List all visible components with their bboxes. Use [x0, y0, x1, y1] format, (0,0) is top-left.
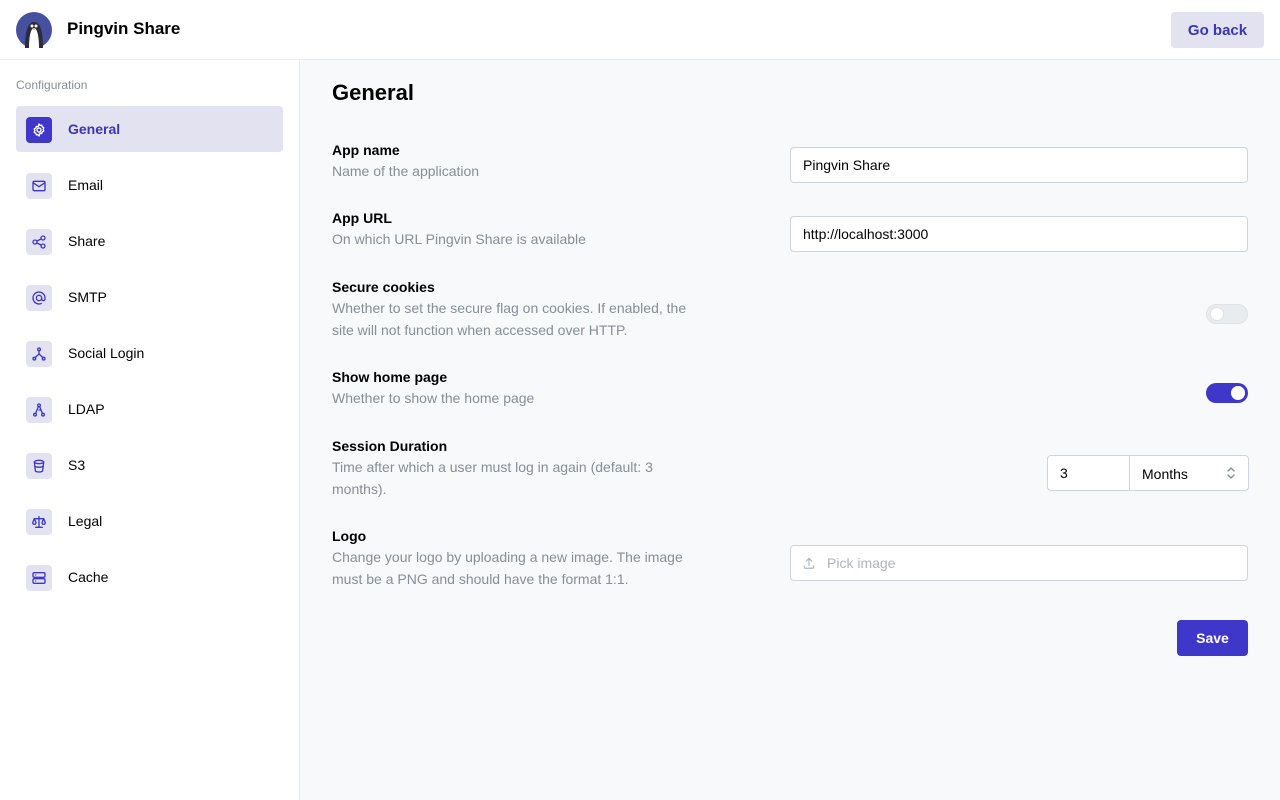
sidebar-item-legal[interactable]: Legal — [16, 498, 283, 544]
setting-description: Whether to show the home page — [332, 390, 535, 406]
setting-title: Session Duration — [332, 438, 448, 454]
sidebar-item-label: General — [68, 121, 121, 137]
setting-app-url: App URL On which URL Pingvin Share is av… — [332, 208, 712, 250]
setting-logo: Logo Change your logo by uploading a new… — [332, 526, 702, 590]
setting-title: Secure cookies — [332, 279, 435, 295]
sidebar-item-label: Share — [68, 233, 106, 249]
sidebar-item-label: Social Login — [68, 345, 145, 361]
sidebar-item-label: Legal — [68, 513, 103, 529]
file-input-placeholder: Pick image — [827, 555, 896, 571]
at-icon — [26, 285, 52, 311]
toggle-knob — [1231, 386, 1245, 400]
social-icon — [26, 341, 52, 367]
secure-cookies-toggle[interactable] — [1206, 304, 1248, 324]
session-duration-input[interactable] — [1047, 455, 1130, 491]
sidebar-item-label: Cache — [68, 569, 109, 585]
sidebar-item-label: LDAP — [68, 401, 105, 417]
logo-file-input[interactable]: Pick image — [790, 545, 1248, 581]
chevron-updown-icon — [1226, 466, 1236, 483]
sidebar-item-share[interactable]: Share — [16, 218, 283, 264]
sidebar-item-s3[interactable]: S3 — [16, 442, 283, 488]
ldap-icon — [26, 397, 52, 423]
setting-title: App URL — [332, 210, 392, 226]
setting-secure-cookies: Secure cookies Whether to set the secure… — [332, 277, 697, 341]
show-home-page-toggle[interactable] — [1206, 383, 1248, 403]
penguin-logo-icon[interactable] — [16, 12, 52, 48]
main-content: General App name Name of the application… — [300, 60, 1280, 800]
page-title: General — [332, 80, 414, 105]
setting-show-home-page: Show home page Whether to show the home … — [332, 367, 712, 409]
sidebar-item-label: Email — [68, 177, 104, 193]
sidebar-item-smtp[interactable]: SMTP — [16, 274, 283, 320]
setting-app-name: App name Name of the application — [332, 140, 712, 182]
setting-description: Whether to set the secure flag on cookie… — [332, 300, 687, 338]
setting-title: App name — [332, 142, 400, 158]
mail-icon — [26, 173, 52, 199]
setting-description: Name of the application — [332, 163, 480, 179]
sidebar-item-ldap[interactable]: LDAP — [16, 386, 283, 432]
setting-description: On which URL Pingvin Share is available — [332, 231, 586, 247]
app-title: Pingvin Share — [67, 19, 181, 38]
share-icon — [26, 229, 52, 255]
app-name-input[interactable] — [790, 147, 1248, 183]
sidebar: Configuration General Email Share SMTP S… — [0, 60, 300, 800]
sidebar-item-email[interactable]: Email — [16, 162, 283, 208]
setting-title: Logo — [332, 528, 367, 544]
app-url-input[interactable] — [790, 216, 1248, 252]
sidebar-item-general[interactable]: General — [16, 106, 283, 152]
app-header: Pingvin Share Go back — [0, 0, 1280, 60]
save-button[interactable]: Save — [1177, 620, 1248, 656]
sidebar-heading: Configuration — [16, 78, 88, 92]
setting-session-duration: Session Duration Time after which a user… — [332, 436, 687, 500]
sidebar-item-social-login[interactable]: Social Login — [16, 330, 283, 376]
scale-icon — [26, 509, 52, 535]
upload-icon — [802, 556, 816, 575]
sidebar-item-label: SMTP — [68, 289, 107, 305]
go-back-button[interactable]: Go back — [1171, 12, 1264, 48]
setting-description: Time after which a user must log in agai… — [332, 459, 653, 497]
sidebar-item-label: S3 — [68, 457, 86, 473]
setting-title: Show home page — [332, 369, 448, 385]
selected-unit: Months — [1142, 466, 1188, 482]
gear-icon — [26, 117, 52, 143]
session-unit-select[interactable]: Months — [1129, 455, 1249, 491]
setting-description: Change your logo by uploading a new imag… — [332, 549, 683, 587]
sidebar-item-cache[interactable]: Cache — [16, 554, 283, 600]
bucket-icon — [26, 453, 52, 479]
server-icon — [26, 565, 52, 591]
toggle-knob — [1210, 307, 1224, 321]
